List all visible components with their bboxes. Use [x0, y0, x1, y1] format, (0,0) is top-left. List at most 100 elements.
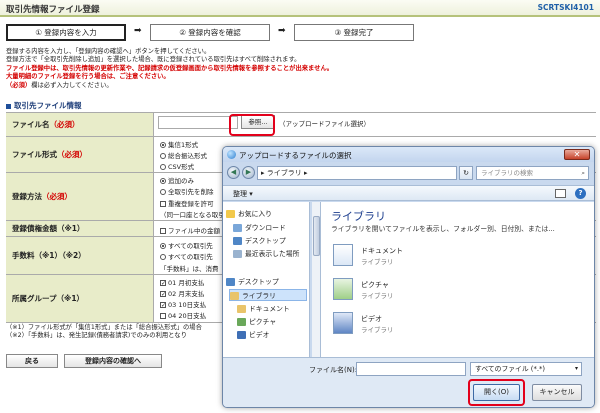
tree-label: ダウンロード: [245, 224, 286, 232]
tree-label: ピクチャ: [249, 318, 277, 326]
tree-favorites[interactable]: お気に入り: [226, 208, 272, 218]
option-label: 集信1形式: [168, 141, 199, 149]
dialog-footer: ファイル名(N): すべてのファイル (*.*) ▾ 開く(O) キャンセル: [223, 357, 594, 407]
radio-icon[interactable]: [160, 142, 166, 148]
download-folder-icon: [233, 224, 242, 232]
checkbox-icon[interactable]: [160, 313, 166, 319]
view-mode-icon[interactable]: [555, 189, 566, 198]
tree-pictures[interactable]: ピクチャ: [237, 316, 276, 326]
documents-library-icon: [333, 244, 353, 266]
tree-recent[interactable]: 最近表示した場所: [233, 248, 299, 258]
organize-menu[interactable]: 整理 ▾: [233, 189, 253, 199]
library-name: ピクチャ: [361, 281, 389, 289]
tree-label: デスクトップ: [238, 278, 279, 286]
tree-label: ビデオ: [249, 331, 270, 339]
browse-highlight: [229, 114, 275, 136]
search-icon: ⌕: [581, 169, 585, 177]
filename-label: ファイル名(N):: [309, 366, 358, 374]
section-title-text: 取引先ファイル情報: [14, 101, 82, 110]
radio-fee-1[interactable]: すべての取引先: [160, 240, 213, 250]
radio-delete-all[interactable]: 全取引先を削除: [160, 186, 214, 196]
help-icon[interactable]: ?: [575, 188, 586, 199]
back-button[interactable]: 戻る: [6, 354, 58, 368]
radio-file-format-1[interactable]: 集信1形式: [160, 139, 198, 149]
filename-input[interactable]: [356, 362, 466, 376]
dialog-navbar: ◀ ▶ ▸ ライブラリ ▸ ↻ ライブラリの検索 ⌕: [223, 162, 594, 184]
checkbox-file-amount[interactable]: ファイル中の金額: [160, 225, 220, 235]
file-path-input[interactable]: [158, 116, 238, 129]
address-bar[interactable]: ▸ ライブラリ ▸: [257, 166, 457, 180]
tree-videos[interactable]: ビデオ: [237, 329, 269, 339]
tree-desktop-root[interactable]: デスクトップ: [226, 276, 279, 286]
confirm-button[interactable]: 登録内容の確認へ: [64, 354, 162, 368]
navigation-scrollbar[interactable]: [312, 202, 321, 357]
radio-icon[interactable]: [160, 243, 166, 249]
dialog-title: アップロードするファイルの選択: [239, 151, 352, 160]
radio-add-only[interactable]: 追加のみ: [160, 175, 194, 185]
radio-icon[interactable]: [160, 254, 166, 260]
chevron-down-icon: ▾: [574, 365, 578, 372]
refresh-icon[interactable]: ↻: [459, 166, 473, 180]
option-label: 03 10日支払: [168, 301, 207, 309]
cancel-button[interactable]: キャンセル: [532, 384, 582, 401]
section-square-icon: [6, 103, 11, 109]
option-label: すべての取引先: [168, 253, 213, 261]
pictures-library-icon: [333, 278, 353, 300]
section-title: 取引先ファイル情報: [6, 100, 82, 111]
tree-documents[interactable]: ドキュメント: [237, 303, 290, 313]
radio-fee-2[interactable]: すべての取引先: [160, 251, 213, 261]
label-text: 登録方法: [12, 192, 42, 201]
option-label: 追加のみ: [168, 177, 194, 185]
checkbox-checked-icon[interactable]: ✓: [160, 291, 166, 298]
footnotes: （※1）ファイル形式が「集信1形式」または「総合振込形式」の場合 （※2）「手数…: [6, 324, 202, 340]
file-type-select[interactable]: すべてのファイル (*.*) ▾: [470, 362, 582, 376]
label-fee: 手数料（※1）（※2）: [6, 237, 154, 274]
step-complete: ③ 登録完了: [294, 24, 414, 41]
option-label: 重複登録を許可: [168, 200, 214, 208]
label-amount: 登録債権金額（※1）: [6, 221, 154, 236]
required-note-text: 欄は必ず入力してください。: [31, 82, 113, 89]
file-chooser-dialog: アップロードするファイルの選択 ✕ ◀ ▶ ▸ ライブラリ ▸ ↻ ライブラリの…: [222, 146, 595, 408]
checkbox-group-01[interactable]: ✓ 01 月初支払: [160, 277, 204, 287]
radio-icon[interactable]: [160, 164, 166, 170]
checkbox-checked-icon[interactable]: ✓: [160, 280, 166, 287]
radio-icon[interactable]: [160, 153, 166, 159]
checkbox-icon[interactable]: [160, 228, 166, 234]
checkbox-group-03[interactable]: ✓ 03 10日支払: [160, 299, 206, 309]
tree-label: ライブラリ: [242, 292, 276, 300]
checkbox-checked-icon[interactable]: ✓: [160, 302, 166, 309]
forward-arrow-icon[interactable]: ▶: [242, 166, 255, 179]
option-label: 01 月初支払: [168, 279, 205, 287]
desktop-icon: [233, 237, 242, 245]
dialog-globe-icon: [227, 150, 236, 159]
option-label: 総合振込形式: [168, 152, 207, 160]
instruction-text: 登録方法で「全取引先削除し追加」を選択した場合、既に登録されている取引先はすべて…: [6, 56, 301, 63]
radio-icon[interactable]: [160, 189, 166, 195]
instruction-text: 登録する内容を入力し、「登録内容の確認へ」ボタンを押してください。: [6, 48, 211, 55]
checkbox-group-02[interactable]: ✓ 02 月末支払: [160, 288, 204, 298]
navigation-pane: お気に入り ダウンロード デスクトップ 最近表示した場所 デスクトップ ライブラ…: [223, 202, 310, 357]
checkbox-allow-duplicate[interactable]: 重複登録を許可: [160, 198, 214, 208]
library-search-input[interactable]: ライブラリの検索 ⌕: [476, 166, 589, 180]
label-file-name: ファイル名 （必須）: [6, 113, 154, 136]
tree-desktop[interactable]: デスクトップ: [233, 235, 286, 245]
library-kind: ライブラリ: [361, 258, 394, 266]
radio-icon[interactable]: [160, 178, 166, 184]
library-kind: ライブラリ: [361, 326, 394, 334]
back-arrow-icon[interactable]: ◀: [227, 166, 240, 179]
scrollbar-thumb[interactable]: [313, 216, 320, 256]
library-name: ドキュメント: [361, 247, 403, 255]
radio-file-format-3[interactable]: CSV形式: [160, 161, 194, 171]
warning-text: ファイル登録中は、取引先情報の更新作業や、記録請求の仮登録画面から取引先情報を参…: [6, 65, 334, 72]
step-arrow-icon: ➡: [278, 26, 286, 36]
checkbox-icon[interactable]: [160, 201, 166, 207]
close-icon[interactable]: ✕: [564, 149, 590, 160]
checkbox-group-04[interactable]: 04 20日支払: [160, 310, 206, 320]
tree-libraries[interactable]: ライブラリ: [229, 289, 307, 301]
tree-downloads[interactable]: ダウンロード: [233, 222, 286, 232]
duplicate-note: （同一口座となる取引: [160, 211, 225, 219]
search-placeholder: ライブラリの検索: [481, 169, 533, 177]
radio-file-format-2[interactable]: 総合振込形式: [160, 150, 207, 160]
required-tag: （必須）: [49, 120, 80, 129]
required-tag: （必須）: [57, 150, 87, 159]
